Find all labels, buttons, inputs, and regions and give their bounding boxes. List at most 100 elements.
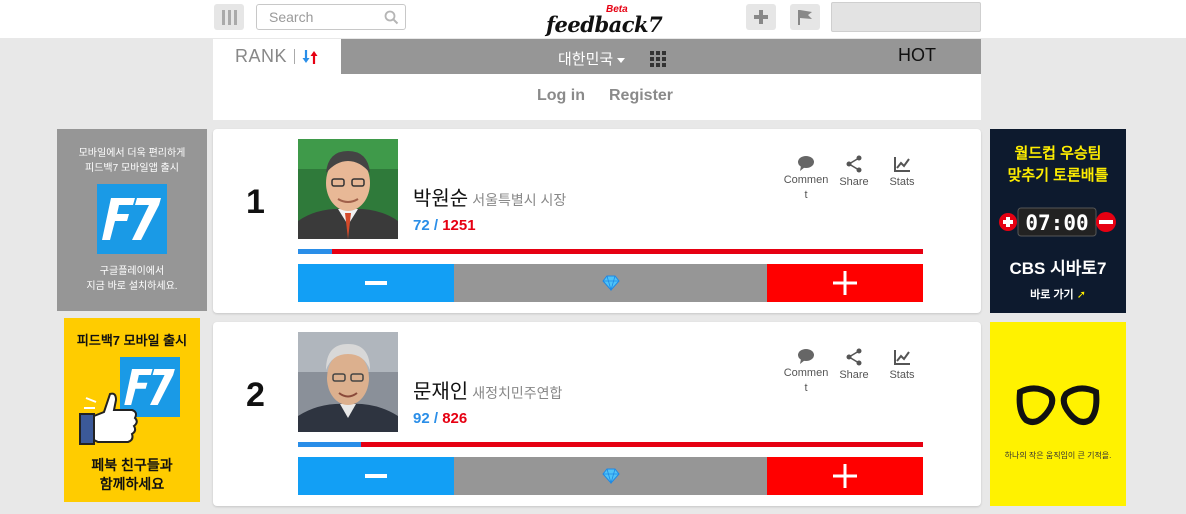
search-input[interactable]: [269, 5, 389, 29]
ad-mobile-app[interactable]: 모바일에서 더욱 편리하게 피드백7 모바일앱 출시 구글플레이에서 지금 바로…: [57, 129, 207, 311]
tab-bar: 대한민국 HOT: [341, 39, 981, 74]
site-logo[interactable]: Beta feedback7: [546, 4, 663, 37]
approve-button[interactable]: [767, 264, 923, 302]
tab-hot[interactable]: HOT: [898, 45, 936, 66]
stats-button[interactable]: Stats: [877, 155, 927, 190]
user-box[interactable]: [831, 2, 981, 32]
menu-button[interactable]: [214, 4, 244, 30]
comment-label-cont: t: [804, 382, 808, 394]
share-icon: [846, 155, 862, 173]
top-bar: Beta feedback7: [0, 0, 1186, 38]
grid-dot: [656, 57, 660, 61]
divider: [294, 49, 296, 64]
report-button[interactable]: [790, 4, 820, 30]
comment-label: Commen: [783, 367, 829, 379]
grid-dot: [656, 63, 660, 67]
politician-title: 서울특별시 시장: [472, 192, 567, 208]
approval-bar: [298, 442, 923, 447]
score-up: 92: [413, 410, 430, 427]
ad-caption: 하나의 작은 움직임이 큰 기적을.: [1004, 451, 1112, 460]
flag-icon: [798, 10, 812, 25]
grid-dot: [662, 57, 666, 61]
stats-label: Stats: [889, 369, 915, 381]
minus-icon: [365, 281, 387, 285]
approval-bar: [298, 249, 923, 254]
arrow-up-right-icon: ➚: [1076, 289, 1086, 301]
score: 72 / 1251: [413, 217, 476, 234]
ranking-card: 1 박원순 서울특별시 시장 72 / 1251 Commen t Share …: [213, 129, 981, 313]
diamond-icon: [601, 275, 620, 291]
plus-icon: [833, 271, 857, 295]
disapprove-button[interactable]: [298, 457, 454, 495]
plus-icon: [833, 464, 857, 488]
menu-icon-bar: [233, 9, 237, 25]
ad-text: 모바일에서 더욱 편리하게 피드백7 모바일앱 출시: [57, 146, 207, 176]
score-down: 826: [442, 410, 468, 427]
politician-name-row: 문재인 새정치민주연합: [413, 375, 562, 404]
login-link[interactable]: Log in: [537, 87, 585, 105]
politician-name[interactable]: 박원순: [413, 188, 468, 210]
grid-dot: [650, 57, 654, 61]
ad-line: 함께하세요: [99, 476, 165, 492]
feedback7-logo-icon: [97, 184, 167, 254]
score-down: 1251: [442, 217, 476, 234]
register-link[interactable]: Register: [609, 87, 673, 105]
ad-facebook-share[interactable]: 피드백7 모바일 출시 페북 친구들과 함께하세요: [64, 318, 200, 502]
politician-name[interactable]: 문재인: [413, 381, 468, 403]
politician-photo[interactable]: [298, 139, 398, 239]
comment-button[interactable]: Commen t: [781, 348, 831, 396]
comment-label: Commen: [783, 174, 829, 186]
share-button[interactable]: Share: [829, 348, 879, 383]
politician-photo[interactable]: [298, 332, 398, 432]
approve-button[interactable]: [767, 457, 923, 495]
politician-title: 새정치민주연합: [472, 385, 563, 401]
diamond-icon: [601, 468, 620, 484]
ad-line: 지금 바로 설치하세요.: [86, 281, 178, 292]
approval-fill: [298, 249, 332, 254]
plus-icon: [754, 10, 768, 24]
ad-text: 월드컵 우승팀 맞추기 토론배틀: [990, 143, 1126, 187]
add-button[interactable]: [746, 4, 776, 30]
grid-dot: [650, 63, 654, 67]
region-dropdown[interactable]: 대한민국: [558, 48, 626, 69]
grid-dot: [650, 51, 654, 55]
comment-icon: [798, 156, 814, 171]
disapprove-button[interactable]: [298, 264, 454, 302]
comment-label-cont: t: [804, 189, 808, 201]
gem-button[interactable]: [454, 264, 767, 302]
ad-campaign[interactable]: 하나의 작은 움직임이 큰 기적을.: [990, 322, 1126, 506]
search-icon[interactable]: [384, 10, 399, 25]
score-separator: /: [433, 217, 439, 234]
sort-arrows-icon[interactable]: [301, 48, 319, 66]
ad-line: 구글플레이에서: [99, 266, 165, 277]
tab-rank[interactable]: RANK: [213, 39, 341, 74]
rank-number: 1: [246, 183, 265, 221]
menu-icon-bar: [227, 9, 231, 25]
gem-button[interactable]: [454, 457, 767, 495]
share-label: Share: [839, 369, 869, 381]
grid-icon[interactable]: [650, 51, 666, 67]
menu-icon: [221, 9, 225, 25]
comment-button[interactable]: Commen t: [781, 155, 831, 203]
auth-row: Log in Register: [213, 74, 981, 120]
politician-name-row: 박원순 서울특별시 시장: [413, 182, 566, 211]
ad-worldcup-debate[interactable]: 월드컵 우승팀 맞추기 토론배틀 07:00 CBS 시바토7 바로 가기 ➚: [990, 129, 1126, 313]
logo-text: feedback7: [546, 12, 663, 37]
region-label: 대한민국: [558, 51, 614, 68]
ad-line: 피드백7 모바일 출시: [76, 333, 188, 348]
grid-dot: [656, 51, 660, 55]
share-icon: [846, 348, 862, 366]
ad-line: 월드컵 우승팀: [1014, 145, 1102, 162]
tab-row: RANK 대한민국 HOT: [213, 39, 981, 74]
ad-line: 페북 친구들과: [91, 457, 173, 473]
ad-text: 구글플레이에서 지금 바로 설치하세요.: [57, 264, 207, 294]
ad-text: 페북 친구들과 함께하세요: [64, 456, 200, 494]
share-button[interactable]: Share: [829, 155, 879, 190]
stats-button[interactable]: Stats: [877, 348, 927, 383]
search-box[interactable]: [256, 4, 406, 30]
stats-label: Stats: [889, 176, 915, 188]
minus-icon: [365, 474, 387, 478]
ad-line: CBS 시바토7: [1009, 259, 1107, 278]
stats-chart-icon: [894, 157, 910, 172]
ad-text: 바로 가기 ➚: [990, 286, 1126, 302]
